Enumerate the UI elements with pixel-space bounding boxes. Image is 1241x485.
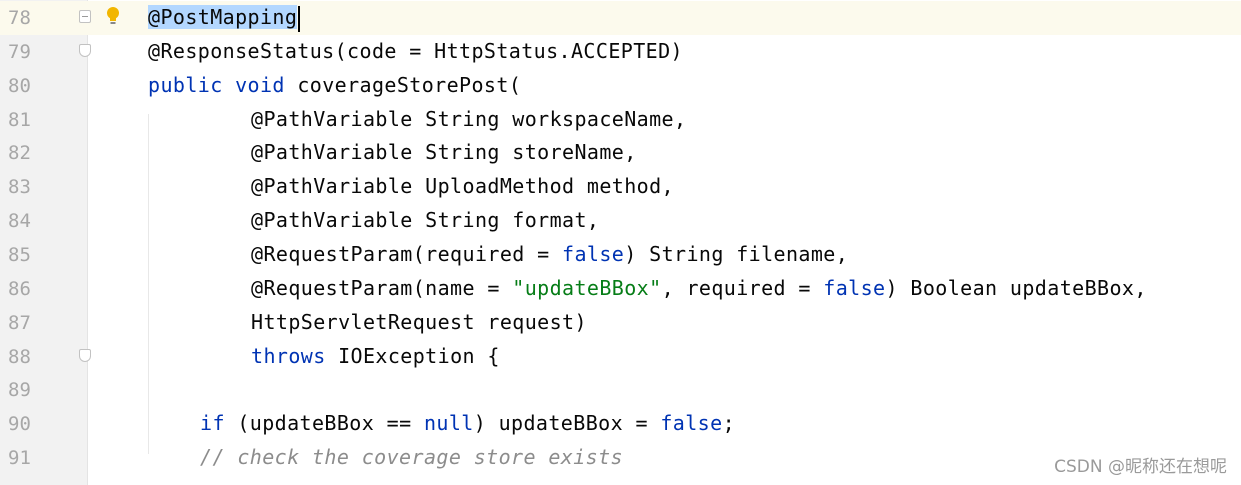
- code-token: ;: [722, 411, 736, 436]
- code-text: // check the coverage store exists: [200, 445, 623, 469]
- code-editor[interactable]: 78 @PostMapping 79 @ResponseStatus(code = H…: [0, 0, 1241, 485]
- code-token: HttpServletRequest request): [251, 309, 587, 334]
- code-token: false: [660, 411, 723, 436]
- code-token: ) updateBBox =: [473, 411, 661, 436]
- code-text: @RequestParam(name = "updateBBox", requi…: [251, 276, 1147, 300]
- code-line[interactable]: 88 throws IOException {: [0, 340, 1241, 374]
- code-token: @RequestParam(name =: [251, 275, 513, 300]
- code-token: @RequestParam(required =: [251, 241, 563, 266]
- line-number: 88: [8, 345, 31, 368]
- code-line[interactable]: 89: [0, 373, 1241, 407]
- line-number: 80: [8, 74, 31, 97]
- code-token: @PathVariable String format,: [251, 208, 600, 233]
- line-number: 79: [8, 40, 31, 63]
- line-number: 90: [8, 413, 31, 436]
- code-line[interactable]: 78 @PostMapping: [0, 1, 1241, 35]
- code-token: ) String filename,: [624, 241, 849, 266]
- line-number: 82: [8, 142, 31, 165]
- code-token: (updateBBox ==: [224, 411, 424, 436]
- line-number: 78: [8, 7, 31, 29]
- code-line[interactable]: 81 @PathVariable String workspaceName,: [0, 103, 1241, 137]
- code-text: @PathVariable String format,: [251, 208, 599, 232]
- code-token: @PathVariable UploadMethod method,: [251, 174, 674, 199]
- code-token: ) Boolean updateBBox,: [885, 275, 1147, 300]
- line-number: 81: [8, 108, 31, 131]
- code-token: throws: [251, 343, 326, 368]
- code-token: @PathVariable String storeName,: [251, 140, 637, 165]
- code-token: , required =: [661, 275, 824, 300]
- watermark: CSDN @昵称还在想呢: [1054, 457, 1227, 477]
- code-token: IOException {: [325, 343, 500, 368]
- code-text: @PostMapping: [148, 5, 301, 32]
- code-token: @ResponseStatus(code = HttpStatus.ACCEPT…: [148, 38, 683, 63]
- code-line[interactable]: 90 if (updateBBox == null) updateBBox = f…: [0, 407, 1241, 441]
- code-token: false: [823, 275, 886, 300]
- code-text: public void coverageStorePost(: [148, 73, 521, 97]
- code-text: @PathVariable String workspaceName,: [251, 107, 686, 131]
- code-line[interactable]: 83 @PathVariable UploadMethod method,: [0, 170, 1241, 204]
- lightbulb-icon[interactable]: [104, 5, 122, 27]
- code-line[interactable]: 87 HttpServletRequest request): [0, 306, 1241, 340]
- code-text: @ResponseStatus(code = HttpStatus.ACCEPT…: [148, 39, 683, 63]
- code-token: coverageStorePost(: [284, 72, 522, 97]
- line-number: 91: [8, 447, 31, 470]
- code-line[interactable]: 80 public void coverageStorePost(: [0, 69, 1241, 103]
- code-token: @PostMapping: [148, 5, 298, 29]
- code-text: @RequestParam(required = false) String f…: [251, 242, 848, 266]
- code-line[interactable]: 79 @ResponseStatus(code = HttpStatus.ACCE…: [0, 35, 1241, 69]
- code-line[interactable]: 86 @RequestParam(name = "updateBBox", req…: [0, 272, 1241, 306]
- code-token: public: [148, 72, 223, 97]
- code-token: @PathVariable String workspaceName,: [251, 106, 687, 131]
- code-line[interactable]: 84 @PathVariable String format,: [0, 204, 1241, 238]
- text-caret: [298, 5, 301, 32]
- line-number: 85: [8, 243, 31, 266]
- code-token: // check the coverage store exists: [200, 445, 623, 470]
- code-text: throws IOException {: [251, 344, 500, 368]
- line-number: 89: [8, 379, 31, 402]
- code-text: @PathVariable String storeName,: [251, 140, 637, 164]
- line-number: 84: [8, 210, 31, 233]
- code-text: if (updateBBox == null) updateBBox = fal…: [200, 411, 735, 435]
- code-token: if: [200, 411, 225, 436]
- line-number: 87: [8, 311, 31, 334]
- fold-marker-icon[interactable]: [79, 348, 91, 362]
- code-token: false: [562, 241, 625, 266]
- code-token: void: [235, 72, 285, 97]
- code-text: HttpServletRequest request): [251, 310, 587, 334]
- code-line[interactable]: 85 @RequestParam(required = false) String…: [0, 238, 1241, 272]
- line-number: 86: [8, 277, 31, 300]
- code-token: "updateBBox": [512, 275, 662, 300]
- code-text: @PathVariable UploadMethod method,: [251, 174, 674, 198]
- code-token: null: [423, 411, 474, 436]
- fold-marker-icon[interactable]: [79, 43, 91, 57]
- line-number: 83: [8, 176, 31, 199]
- fold-marker-icon[interactable]: [79, 10, 91, 23]
- code-line[interactable]: 82 @PathVariable String storeName,: [0, 136, 1241, 170]
